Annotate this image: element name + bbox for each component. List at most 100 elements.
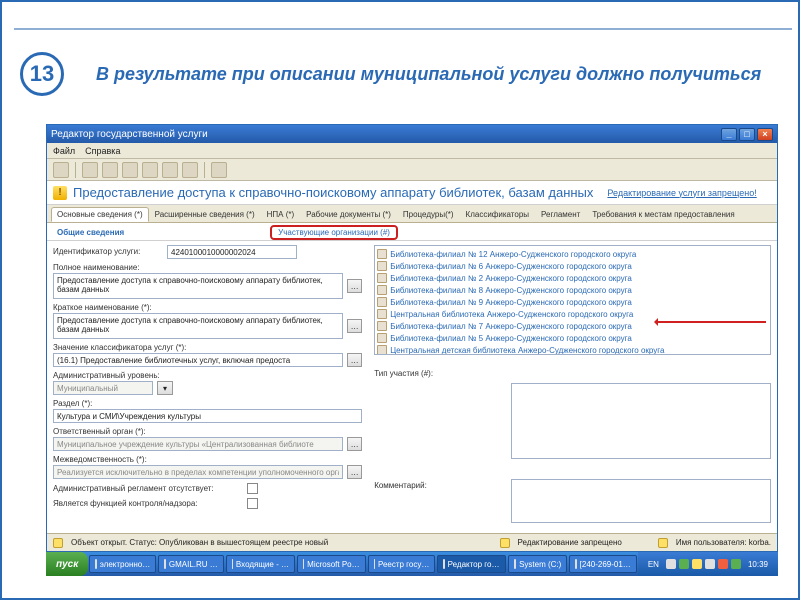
- list-item[interactable]: Библиотека-филиал № 12 Анжеро-Судженског…: [377, 248, 768, 260]
- attach-icon[interactable]: [182, 162, 198, 178]
- fullname-expand-button[interactable]: …: [347, 279, 362, 293]
- delete-icon[interactable]: [142, 162, 158, 178]
- tab-requirements[interactable]: Требования к местам предоставления: [586, 207, 740, 222]
- main-tabs: Основные сведения (*) Расширенные сведен…: [47, 205, 777, 223]
- taskbar-item[interactable]: [240-269-01…: [569, 555, 637, 573]
- org-list[interactable]: Библиотека-филиал № 12 Анжеро-Судженског…: [374, 245, 771, 355]
- list-item[interactable]: Библиотека-филиал № 5 Анжеро-Судженского…: [377, 332, 768, 344]
- tab-general-info[interactable]: Основные сведения (*): [51, 207, 149, 222]
- list-item[interactable]: Центральная библиотека Анжеро-Судженског…: [377, 308, 768, 320]
- tab-procedures[interactable]: Процедуры(*): [397, 207, 460, 222]
- approve-icon[interactable]: [162, 162, 178, 178]
- tray-icon[interactable]: [718, 559, 728, 569]
- app-icon: [374, 559, 375, 569]
- participation-type-box[interactable]: [511, 383, 771, 459]
- status-user: Имя пользователя: korba.: [676, 538, 771, 547]
- tab-reglament[interactable]: Регламент: [535, 207, 586, 222]
- responsible-field[interactable]: [53, 437, 343, 451]
- taskbar-wrap: пуск электронно… GMAIL.RU … Входящие - ……: [46, 552, 778, 576]
- taskbar-item[interactable]: Входящие - …: [226, 555, 295, 573]
- shortname-label: Краткое наименование (*):: [53, 303, 362, 312]
- id-field[interactable]: [167, 245, 297, 259]
- system-tray: EN 10:39: [638, 552, 778, 576]
- shortname-expand-button[interactable]: …: [347, 319, 362, 333]
- lock-icon: [500, 538, 510, 548]
- help-icon[interactable]: [211, 162, 227, 178]
- comment-label: Комментарий:: [374, 481, 427, 490]
- callout-arrow: [656, 321, 766, 323]
- warning-icon: !: [53, 186, 67, 200]
- taskbar-item[interactable]: GMAIL.RU …: [158, 555, 224, 573]
- language-indicator[interactable]: EN: [644, 560, 663, 569]
- tab-docs[interactable]: Рабочие документы (*): [300, 207, 397, 222]
- control-label: Является функцией контроля/надзора:: [53, 499, 243, 508]
- subtab-general[interactable]: Общие сведения: [51, 225, 130, 240]
- tab-extended[interactable]: Расширенные сведения (*): [149, 207, 261, 222]
- org-icon: [377, 249, 387, 259]
- menu-file[interactable]: Файл: [53, 146, 75, 156]
- classifier-pick-button[interactable]: …: [347, 353, 362, 367]
- status-lock: Редактирование запрещено: [518, 538, 622, 547]
- print-icon[interactable]: [82, 162, 98, 178]
- app-icon: [575, 559, 576, 569]
- interdep-field[interactable]: [53, 465, 343, 479]
- fullname-field[interactable]: Предоставление доступа к справочно-поиск…: [53, 273, 343, 299]
- slide-number: 13: [20, 52, 64, 96]
- tip-label: Тип участия (#):: [374, 369, 433, 378]
- fullname-label: Полное наименование:: [53, 263, 362, 272]
- menu-help[interactable]: Справка: [85, 146, 120, 156]
- interdep-label: Межведомственность (*):: [53, 455, 362, 464]
- classifier-field[interactable]: [53, 353, 343, 367]
- tab-classifiers[interactable]: Классификаторы: [460, 207, 535, 222]
- copy-icon[interactable]: [122, 162, 138, 178]
- tray-icon[interactable]: [692, 559, 702, 569]
- comment-box[interactable]: [511, 479, 771, 523]
- list-item[interactable]: Библиотека-филиал № 2 Анжеро-Судженского…: [377, 272, 768, 284]
- taskbar-item[interactable]: Microsoft Po…: [297, 555, 366, 573]
- taskbar-item[interactable]: System (C:): [508, 555, 568, 573]
- list-item[interactable]: Центральная детская библиотека Анжеро-Су…: [377, 344, 768, 355]
- tray-icon[interactable]: [666, 559, 676, 569]
- start-button[interactable]: пуск: [46, 552, 88, 576]
- org-icon: [377, 297, 387, 307]
- tray-icon[interactable]: [679, 559, 689, 569]
- maximize-button[interactable]: □: [739, 128, 755, 141]
- app-icon: [303, 559, 304, 569]
- tab-npa[interactable]: НПА (*): [261, 207, 301, 222]
- edit-locked-link[interactable]: Редактирование услуги запрещено!: [607, 188, 756, 198]
- interdep-pick-button[interactable]: …: [347, 465, 362, 479]
- windows-taskbar: пуск электронно… GMAIL.RU … Входящие - ……: [46, 552, 778, 576]
- section-label: Раздел (*):: [53, 399, 362, 408]
- save-icon[interactable]: [53, 162, 69, 178]
- orgs-panel: Библиотека-филиал № 12 Анжеро-Судженског…: [368, 241, 777, 533]
- status-icon: [53, 538, 63, 548]
- tray-icon[interactable]: [731, 559, 741, 569]
- org-icon: [377, 333, 387, 343]
- tray-icon[interactable]: [705, 559, 715, 569]
- taskbar-item-active[interactable]: Редактор го…: [437, 555, 505, 573]
- list-item[interactable]: Библиотека-филиал № 9 Анжеро-Судженского…: [377, 296, 768, 308]
- admin-level-dropdown[interactable]: ▾: [157, 381, 173, 395]
- shortname-field[interactable]: Предоставление доступа к справочно-поиск…: [53, 313, 343, 339]
- org-icon: [377, 285, 387, 295]
- subtab-orgs[interactable]: Участвующие организации (#): [270, 225, 398, 240]
- taskbar-item[interactable]: Реестр госу…: [368, 555, 436, 573]
- close-button[interactable]: ×: [757, 128, 773, 141]
- control-checkbox[interactable]: [247, 498, 258, 509]
- org-icon: [377, 309, 387, 319]
- user-icon: [658, 538, 668, 548]
- admin-level-label: Административный уровень:: [53, 371, 362, 380]
- clock[interactable]: 10:39: [744, 560, 772, 569]
- admin-level-field[interactable]: [53, 381, 153, 395]
- list-item[interactable]: Библиотека-филиал № 6 Анжеро-Судженского…: [377, 260, 768, 272]
- responsible-pick-button[interactable]: …: [347, 437, 362, 451]
- minimize-button[interactable]: _: [721, 128, 737, 141]
- slide-title: В результате при описании муниципальной …: [96, 64, 778, 86]
- adm-reg-label: Административный регламент отсутствует:: [53, 484, 243, 493]
- adm-reg-checkbox[interactable]: [247, 483, 258, 494]
- list-item[interactable]: Библиотека-филиал № 8 Анжеро-Судженского…: [377, 284, 768, 296]
- application-window: Редактор государственной услуги _ □ × Фа…: [46, 124, 778, 552]
- taskbar-item[interactable]: электронно…: [89, 555, 156, 573]
- export-icon[interactable]: [102, 162, 118, 178]
- section-field[interactable]: [53, 409, 362, 423]
